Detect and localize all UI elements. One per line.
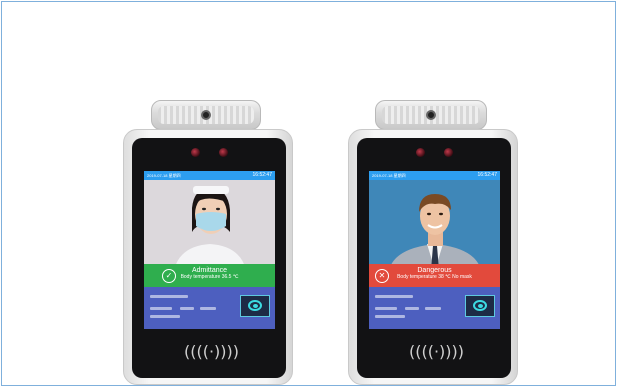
blurred-text — [150, 295, 188, 298]
terminal-housing: 2019-07-18 星期四 16:52:47 ✕ Dangerous Body… — [348, 129, 518, 385]
blurred-text — [150, 315, 180, 318]
status-date: 2019-07-18 星期四 — [147, 173, 181, 178]
temperature-sensor-module — [375, 100, 487, 130]
camera-icon — [444, 148, 453, 157]
thermal-lens-icon — [201, 110, 211, 120]
status-time: 16:52:47 — [252, 172, 272, 178]
image-frame — [1, 1, 616, 386]
access-banner: ✓ Admittance Body temperature 36.5 ℃ — [144, 264, 275, 287]
terminal-screen: 2019-07-18 星期四 16:52:47 ✕ Dangerous Body… — [369, 171, 500, 329]
blurred-text — [200, 307, 216, 310]
terminal-bezel: 2019-07-18 星期四 16:52:47 ✓ Admittance Bod… — [132, 138, 286, 378]
scan-icon — [240, 295, 270, 317]
access-banner: ✕ Dangerous Body temperature 38 ℃ No mas… — [369, 264, 500, 287]
info-panel — [369, 287, 500, 329]
face-capture-man — [369, 180, 500, 270]
camera-icon — [416, 148, 425, 157]
status-bar: 2019-07-18 星期四 16:52:47 — [144, 171, 275, 180]
status-time: 16:52:47 — [477, 172, 497, 178]
nfc-icon: ((((·)))) — [409, 342, 465, 361]
blurred-text — [375, 295, 413, 298]
blurred-text — [375, 307, 397, 310]
thermal-terminal-left: 2019-07-18 星期四 16:52:47 ✓ Admittance Bod… — [118, 100, 298, 388]
banner-title: Dangerous — [417, 267, 452, 274]
scan-icon — [465, 295, 495, 317]
blurred-text — [180, 307, 194, 310]
nfc-icon: ((((·)))) — [184, 342, 240, 361]
terminal-housing: 2019-07-18 星期四 16:52:47 ✓ Admittance Bod… — [123, 129, 293, 385]
blurred-text — [150, 307, 172, 310]
x-circle-icon: ✕ — [375, 269, 389, 283]
temperature-sensor-module — [151, 100, 261, 130]
camera-icon — [219, 148, 228, 157]
thermal-terminal-right: 2019-07-18 星期四 16:52:47 ✕ Dangerous Body… — [343, 100, 523, 388]
blurred-text — [375, 315, 405, 318]
info-panel — [144, 287, 275, 329]
status-date: 2019-07-18 星期四 — [372, 173, 406, 178]
terminal-bezel: 2019-07-18 星期四 16:52:47 ✕ Dangerous Body… — [357, 138, 511, 378]
check-circle-icon: ✓ — [162, 269, 176, 283]
thermal-lens-icon — [426, 110, 436, 120]
blurred-text — [425, 307, 441, 310]
terminal-screen: 2019-07-18 星期四 16:52:47 ✓ Admittance Bod… — [144, 171, 275, 329]
face-capture-woman — [144, 180, 275, 270]
camera-icon — [191, 148, 200, 157]
blurred-text — [405, 307, 419, 310]
status-bar: 2019-07-18 星期四 16:52:47 — [369, 171, 500, 180]
